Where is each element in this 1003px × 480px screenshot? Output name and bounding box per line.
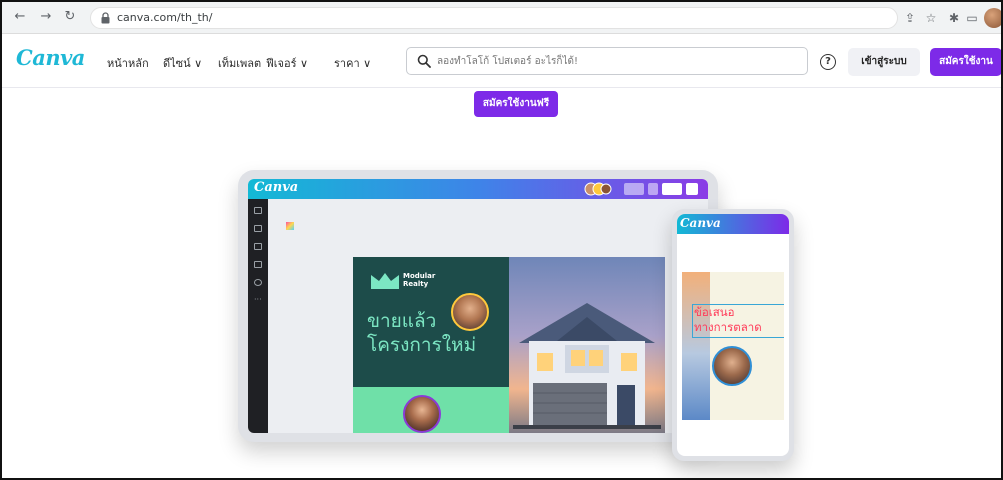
canva-logo[interactable]: Canva [16,45,85,70]
apps-icon [254,279,262,286]
back-arrow-icon[interactable]: ← [12,9,28,25]
phone-mockup: Canva ข้อเสนอ ทางการตลาด [672,209,794,461]
signup-button[interactable]: สมัครใช้งาน [930,48,1001,76]
reload-icon[interactable]: ↻ [62,9,78,25]
phone-topbar: Canva [677,214,789,234]
uploads-icon [254,243,262,250]
forward-arrow-icon[interactable]: → [38,9,54,25]
offer-headline: ข้อเสนอ ทางการตลาด [694,305,762,334]
nav-design[interactable]: ดีไซน์ ∨ [163,54,202,72]
design-headline: ขายแล้ว โครงการใหม่ [367,310,477,356]
editor-sidebar: ··· [248,199,268,433]
editor-chip [624,183,644,195]
design-photo-panel [509,257,665,433]
lock-icon [101,12,110,24]
brand-name: Modular Realty [403,272,436,288]
nav-home[interactable]: หน้าหลัก [107,54,149,72]
site-header: Canva หน้าหลัก ดีไซน์ ∨ เท็มเพลต ฟีเจอร์… [2,34,1001,88]
browser-window: ← → ↻ canva.com/th_th/ ⇪ ☆ ✱ ▭ Canva หน้… [0,0,1003,480]
design-left-panel: Modular Realty ขายแล้ว โครงการใหม่ [353,257,509,433]
nav-pricing[interactable]: ราคา ∨ [334,54,371,72]
real-estate-design: Modular Realty ขายแล้ว โครงการใหม่ [353,257,665,433]
nav-templates[interactable]: เท็มเพลต [218,54,261,72]
mountain-logo-icon [371,273,399,289]
address-bar[interactable]: canva.com/th_th/ [90,7,898,29]
search-icon [417,54,431,68]
search-box[interactable] [406,47,808,75]
design-gradient-stripe [682,272,710,420]
search-input[interactable] [437,52,797,70]
more-icon: ··· [254,295,262,304]
editor-chip [662,183,682,195]
nav-features[interactable]: ฟีเจอร์ ∨ [266,54,308,72]
bookmark-star-icon[interactable]: ☆ [923,10,939,26]
text-icon [254,261,262,268]
url-text: canva.com/th_th/ [117,11,213,24]
elements-icon [254,225,262,232]
editor-screen: Canva ··· Modular Realty ขายแล้ว โครงการ… [248,179,708,433]
editor-chip [648,183,658,195]
phone-screen: Canva ข้อเสนอ ทางการตลาด [677,214,789,456]
templates-icon [254,207,262,214]
house-illustration [513,303,661,429]
color-swatch-icon [286,222,294,230]
help-icon[interactable]: ? [820,54,836,70]
profile-avatar[interactable] [984,8,1001,28]
editor-topbar: Canva [248,179,708,199]
editor-logo: Canva [254,180,299,195]
side-panel-icon[interactable]: ▭ [964,10,980,26]
tablet-mockup: Canva ··· Modular Realty ขายแล้ว โครงการ… [238,170,718,442]
editor-canvas: Modular Realty ขายแล้ว โครงการใหม่ [268,199,708,433]
phone-logo: Canva [680,216,721,230]
extensions-puzzle-icon[interactable]: ✱ [946,10,962,26]
agent-photo-2 [403,395,441,433]
signup-free-button[interactable]: สมัครใช้งานฟรี [474,91,558,117]
login-button[interactable]: เข้าสู่ระบบ [848,48,920,76]
browser-toolbar: ← → ↻ canva.com/th_th/ ⇪ ☆ ✱ ▭ [2,2,1001,34]
share-icon[interactable]: ⇪ [902,10,918,26]
editor-chip [686,183,698,195]
collaborator-avatars [584,182,612,196]
marketing-offer-design: ข้อเสนอ ทางการตลาด [682,272,784,420]
person-photo [712,346,752,386]
